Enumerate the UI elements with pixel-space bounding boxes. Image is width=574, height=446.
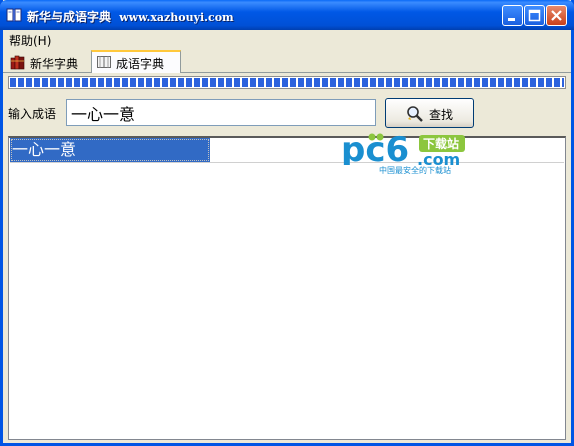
tab-strip: 新华字典 成语字典 <box>3 50 571 73</box>
watermark-tagline: 中国最安全的下载站 <box>379 166 451 175</box>
minimize-button[interactable] <box>502 5 523 26</box>
minimize-icon <box>508 18 515 21</box>
magnifier-icon <box>407 106 423 122</box>
progress-fill <box>10 78 564 87</box>
maximize-button[interactable] <box>524 5 545 26</box>
window-title-text: 新华与成语字典 <box>27 10 112 24</box>
search-button[interactable]: 查找 <box>385 98 474 128</box>
menu-help[interactable]: 帮助(H) <box>9 32 51 49</box>
window-title-url: www.xazhouyi.com <box>119 11 234 24</box>
tab-label: 成语字典 <box>116 57 165 71</box>
list-item[interactable]: 一心一意 <box>10 138 564 163</box>
result-text[interactable]: 一心一意 <box>10 138 210 162</box>
tab-idiom-dictionary[interactable]: 成语字典 <box>91 50 181 73</box>
books-icon <box>10 55 25 70</box>
menu-bar: 帮助(H) <box>3 30 571 49</box>
pc6-logo-icon: pc6 下载站 .com <box>341 130 465 170</box>
app-window: 新华与成语字典 www.xazhouyi.com 帮助(H) 新华字典 成语字典… <box>0 0 574 446</box>
title-bar[interactable]: 新华与成语字典 www.xazhouyi.com <box>0 0 574 30</box>
close-icon <box>551 10 562 21</box>
book-icon <box>6 8 22 22</box>
close-button[interactable] <box>546 5 567 26</box>
search-label: 输入成语 <box>8 107 57 121</box>
open-book-icon <box>97 56 111 68</box>
window-title: 新华与成语字典 www.xazhouyi.com <box>27 8 234 25</box>
tab-xinhua-dictionary[interactable]: 新华字典 <box>6 51 90 72</box>
progress-bar <box>8 76 566 89</box>
search-button-label: 查找 <box>429 108 454 122</box>
pc6-watermark-logo: pc6 下载站 .com 中国最安全的下载站 <box>341 130 473 177</box>
logo-domain: .com <box>417 150 460 165</box>
results-list[interactable]: 一心一意 <box>8 136 566 440</box>
search-row: 输入成语 查找 <box>3 96 571 130</box>
maximize-icon <box>528 9 541 22</box>
idiom-search-input[interactable] <box>66 99 376 126</box>
logo-badge: 下载站 <box>423 136 459 151</box>
tab-label: 新华字典 <box>30 57 79 71</box>
